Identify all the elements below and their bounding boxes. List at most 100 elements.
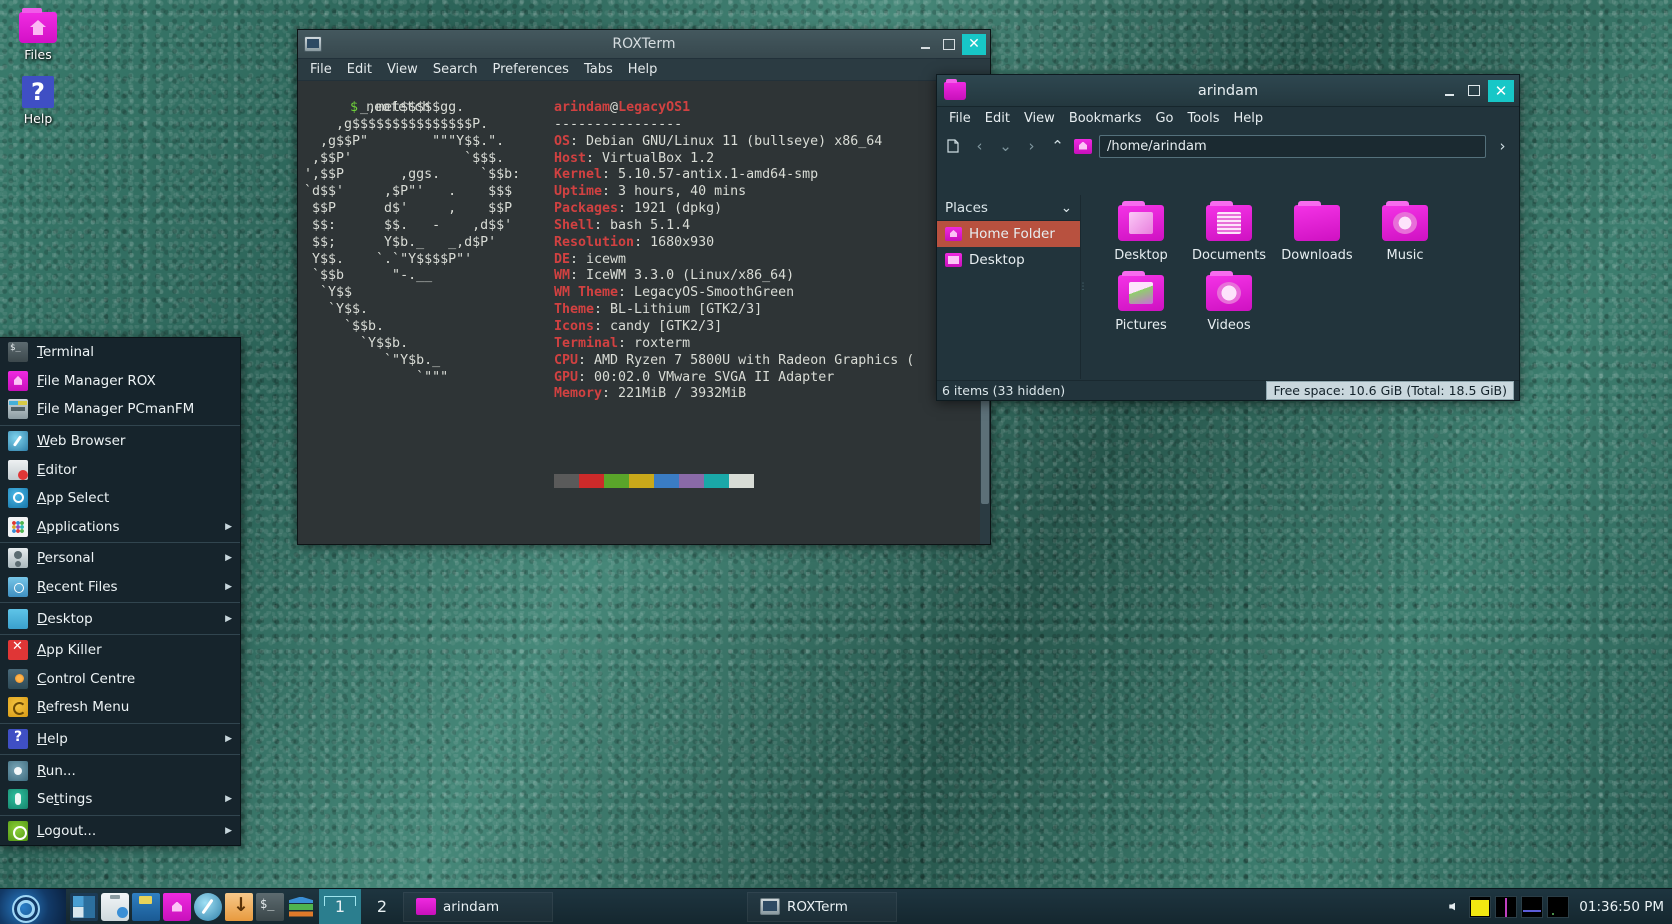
terminal-icon[interactable]	[256, 893, 284, 921]
menu-separator	[0, 723, 240, 724]
volume-icon[interactable]	[1447, 898, 1465, 916]
monitor-widget-3[interactable]	[1521, 896, 1543, 918]
list-item[interactable]: Music	[1361, 205, 1449, 263]
menu-item-settings[interactable]: Settings▶	[0, 785, 240, 814]
roxterm-titlebar[interactable]: ROXTerm ✕	[298, 30, 990, 59]
control-centre-icon	[8, 669, 28, 689]
list-item[interactable]: Videos	[1185, 275, 1273, 333]
file-manager-icon[interactable]	[163, 893, 191, 921]
places-header[interactable]: Places ⌄	[937, 195, 1080, 221]
chevron-down-icon[interactable]: ⌄	[1061, 200, 1072, 216]
menu-view[interactable]: View	[1019, 109, 1060, 128]
submenu-arrow-icon: ▶	[225, 522, 232, 532]
menu-item-desktop[interactable]: Desktop▶	[0, 604, 240, 633]
menu-edit[interactable]: Edit	[980, 109, 1015, 128]
terminal-output-area[interactable]: $ neofetch _,met$$$$$gg. ,g$$$$$$$$$$$$$…	[298, 82, 980, 544]
sidebar-item-home-folder[interactable]: Home Folder	[937, 221, 1080, 247]
neofetch-field: Shell: bash 5.1.4	[554, 218, 914, 235]
file-list-view[interactable]: Desktop Documents Downloads Music Pictur…	[1085, 195, 1519, 379]
menu-help[interactable]: Help	[622, 60, 664, 79]
menu-item-terminal[interactable]: Terminal	[0, 338, 240, 367]
show-desktop-icon[interactable]	[70, 893, 98, 921]
sidebar-item-desktop[interactable]: Desktop	[937, 247, 1080, 273]
menu-item-refresh-menu[interactable]: Refresh Menu	[0, 693, 240, 722]
task-button-roxterm[interactable]: ROXTerm	[747, 892, 897, 922]
menu-item-control-centre[interactable]: Control Centre	[0, 665, 240, 694]
menu-item-editor[interactable]: Editor	[0, 455, 240, 484]
menu-item-run[interactable]: Run...	[0, 756, 240, 785]
file-label: Desktop	[1097, 248, 1185, 263]
go-icon[interactable]: ›	[1493, 137, 1512, 156]
menu-item-help[interactable]: Help▶	[0, 725, 240, 754]
layers-icon[interactable]	[287, 893, 315, 921]
menu-item-app-killer[interactable]: App Killer	[0, 636, 240, 665]
downloads-icon[interactable]	[225, 893, 253, 921]
start-menu-icon[interactable]	[0, 889, 66, 924]
usb-icon[interactable]	[132, 893, 160, 921]
neofetch-field-value: : 3 hours, 40 mins	[602, 184, 746, 199]
file-label: Downloads	[1273, 248, 1361, 263]
list-item[interactable]: Desktop	[1097, 205, 1185, 263]
menu-file[interactable]: File	[944, 109, 976, 128]
sidebar-item-label: Desktop	[969, 252, 1025, 268]
menu-item-label: Settings	[37, 791, 216, 807]
menu-help[interactable]: Help	[1229, 109, 1269, 128]
clock[interactable]: 01:36:50 PM	[1573, 899, 1664, 915]
neofetch-field-value: : 00:02.0 VMware SVGA II Adapter	[578, 370, 834, 385]
menu-separator	[0, 425, 240, 426]
menu-tools[interactable]: Tools	[1182, 109, 1224, 128]
workspace-2-button[interactable]: 2	[361, 889, 403, 924]
roxterm-window[interactable]: ROXTerm ✕ File Edit View Search Preferen…	[297, 29, 991, 545]
menu-tabs[interactable]: Tabs	[578, 60, 619, 79]
neofetch-field-key: Kernel	[554, 167, 602, 182]
menu-bookmarks[interactable]: Bookmarks	[1064, 109, 1147, 128]
settings-icon	[8, 789, 28, 809]
menu-item-file-manager-pcmanfm[interactable]: File Manager PCmanFM	[0, 395, 240, 424]
menu-preferences[interactable]: Preferences	[486, 60, 574, 79]
menu-item-recent-files[interactable]: Recent Files▶	[0, 573, 240, 602]
monitor-widget-1[interactable]	[1469, 896, 1491, 918]
places-header-label: Places	[945, 200, 988, 216]
neofetch-field-value: : Debian GNU/Linux 11 (bullseye) x86_64	[570, 134, 882, 149]
task-button-arindam[interactable]: arindam	[403, 892, 553, 922]
neofetch-field-key: Packages	[554, 201, 618, 216]
list-item[interactable]: Downloads	[1273, 205, 1361, 263]
start-menu[interactable]: TerminalFile Manager ROXFile Manager PCm…	[0, 337, 241, 846]
menu-item-personal[interactable]: Personal▶	[0, 544, 240, 573]
forward-icon[interactable]: ›	[1022, 137, 1041, 156]
menu-item-web-browser[interactable]: Web Browser	[0, 427, 240, 456]
roxterm-title: ROXTerm	[298, 36, 990, 52]
menu-edit[interactable]: Edit	[341, 60, 378, 79]
menu-item-file-manager-rox[interactable]: File Manager ROX	[0, 367, 240, 396]
menu-separator	[0, 754, 240, 755]
web-browser-icon[interactable]	[194, 893, 222, 921]
list-item[interactable]: Documents	[1185, 205, 1273, 263]
monitor-widget-4[interactable]	[1547, 896, 1569, 918]
path-input[interactable]: /home/arindam	[1099, 135, 1486, 158]
neofetch-field-key: Shell	[554, 218, 594, 233]
installer-icon[interactable]	[101, 893, 129, 921]
chevron-down-icon[interactable]: ⌄	[996, 137, 1015, 156]
file-manager-titlebar[interactable]: arindam ✕	[937, 75, 1519, 107]
new-tab-icon[interactable]	[944, 137, 963, 156]
back-icon[interactable]: ‹	[970, 137, 989, 156]
menu-item-applications[interactable]: Applications▶	[0, 513, 240, 542]
menu-search[interactable]: Search	[427, 60, 484, 79]
menu-go[interactable]: Go	[1150, 109, 1178, 128]
desktop-icon-help[interactable]: ? Help	[6, 76, 70, 126]
up-icon[interactable]: ⌃	[1048, 137, 1067, 156]
workspace-1-button[interactable]: 1	[319, 889, 361, 924]
palette-swatch-3	[629, 474, 654, 488]
home-icon[interactable]	[1074, 139, 1092, 154]
menu-item-app-select[interactable]: App Select	[0, 484, 240, 513]
menu-view[interactable]: View	[381, 60, 424, 79]
monitor-widget-2[interactable]	[1495, 896, 1517, 918]
list-item[interactable]: Pictures	[1097, 275, 1185, 333]
file-label: Music	[1361, 248, 1449, 263]
palette-swatch-7	[729, 474, 754, 488]
desktop-icon-files[interactable]: Files	[6, 12, 70, 62]
free-space-label: Free space: 10.6 GiB (Total: 18.5 GiB)	[1266, 381, 1514, 400]
menu-item-logout[interactable]: Logout...▶	[0, 817, 240, 846]
menu-file[interactable]: File	[304, 60, 338, 79]
file-manager-window[interactable]: arindam ✕ File Edit View Bookmarks Go To…	[936, 74, 1520, 401]
